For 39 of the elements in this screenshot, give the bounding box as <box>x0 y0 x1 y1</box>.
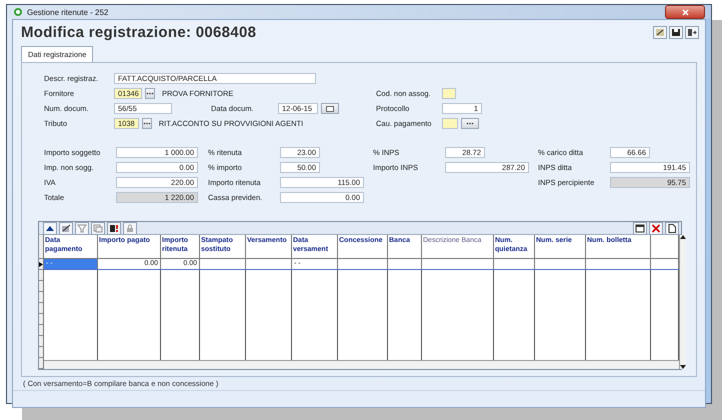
ellipsis-icon <box>142 122 151 125</box>
code-field[interactable] <box>442 88 456 99</box>
calendar-button[interactable] <box>321 103 339 114</box>
app-logo-icon <box>13 7 23 17</box>
edit-icon <box>61 224 71 232</box>
vertical-scrollbar[interactable] <box>679 235 686 369</box>
maximize-button[interactable] <box>633 222 647 234</box>
lock-icon <box>125 224 135 232</box>
export-button[interactable] <box>107 222 121 234</box>
scroll-up-icon <box>680 235 686 239</box>
copy-icon <box>93 224 103 232</box>
close-icon <box>682 8 688 16</box>
triangle-up-icon <box>45 224 55 232</box>
code-field[interactable] <box>442 118 458 129</box>
calendar-icon <box>326 106 334 112</box>
ellipsis-icon <box>146 92 154 95</box>
filter-icon <box>77 224 87 232</box>
close-button[interactable] <box>665 5 705 19</box>
save-icon <box>671 28 681 36</box>
exit-button[interactable] <box>685 26 699 38</box>
scroll-down-icon <box>680 365 686 369</box>
lookup-button[interactable] <box>142 118 152 129</box>
door-icon <box>687 28 697 36</box>
save-button[interactable] <box>669 26 683 38</box>
window-icon <box>635 224 645 232</box>
page-icon <box>667 224 677 232</box>
window-title: Gestione ritenute - 252 <box>27 8 108 16</box>
edit-icon <box>655 28 665 36</box>
horizontal-scrollbar[interactable] <box>44 360 679 369</box>
lookup-button[interactable] <box>145 88 155 99</box>
edit-button[interactable] <box>59 222 73 234</box>
close-icon <box>651 224 661 232</box>
page-title: Modifica registrazione: 0068408 <box>21 24 256 40</box>
ellipsis-icon <box>466 122 474 125</box>
up-button[interactable] <box>43 222 57 234</box>
grid-error-icon <box>109 224 119 232</box>
new-button[interactable] <box>665 222 679 234</box>
delete-button[interactable] <box>649 222 663 234</box>
tool-button[interactable] <box>653 26 667 38</box>
